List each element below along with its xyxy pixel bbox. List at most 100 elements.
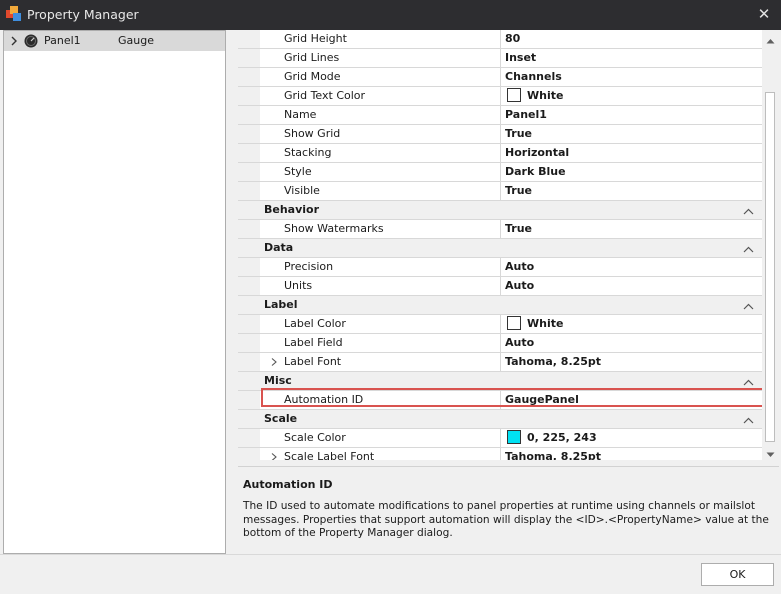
property-value[interactable]: Panel1 (505, 108, 547, 121)
chevron-right-icon[interactable] (9, 35, 19, 47)
property-value[interactable]: Channels (505, 70, 562, 83)
description-text: The ID used to automate modifications to… (243, 500, 769, 539)
app-icon (6, 6, 22, 22)
property-row-name[interactable]: Name Panel1 (238, 106, 762, 125)
property-row-style[interactable]: Style Dark Blue (238, 163, 762, 182)
column-divider (500, 258, 501, 276)
property-row-precision[interactable]: Precision Auto (238, 258, 762, 277)
property-row-grid-text-color[interactable]: Grid Text Color White (238, 87, 762, 106)
color-swatch[interactable] (507, 316, 521, 330)
property-row-show-watermarks[interactable]: Show Watermarks True (238, 220, 762, 239)
color-swatch[interactable] (507, 430, 521, 444)
column-divider (500, 30, 501, 48)
property-name: Grid Lines (284, 51, 340, 64)
property-value[interactable]: White (527, 317, 563, 330)
property-value[interactable]: Tahoma, 8.25pt (505, 450, 601, 460)
row-gutter (238, 125, 260, 143)
property-value[interactable]: Auto (505, 336, 534, 349)
property-value[interactable]: 80 (505, 32, 520, 45)
chevron-up-icon[interactable] (743, 377, 754, 386)
description-title: Automation ID (243, 478, 333, 491)
selection-highlight (261, 388, 764, 407)
category-data[interactable]: Data (238, 239, 762, 258)
column-divider (500, 182, 501, 200)
property-value[interactable]: True (505, 184, 532, 197)
row-gutter (238, 258, 260, 276)
row-gutter (238, 182, 260, 200)
property-row-show-grid[interactable]: Show Grid True (238, 125, 762, 144)
property-value[interactable]: Inset (505, 51, 536, 64)
row-gutter (238, 315, 260, 333)
property-value[interactable]: Horizontal (505, 146, 569, 159)
row-gutter (238, 448, 260, 460)
property-value[interactable]: White (527, 89, 563, 102)
property-value[interactable]: Tahoma, 8.25pt (505, 355, 601, 368)
property-manager-window: Property Manager ✕ Panel1 Gauge Grid Hei… (0, 0, 781, 594)
property-name: Name (284, 108, 317, 121)
property-row-stacking[interactable]: Stacking Horizontal (238, 144, 762, 163)
row-gutter (238, 49, 260, 67)
property-row-label-font[interactable]: Label Font Tahoma, 8.25pt (238, 353, 762, 372)
property-grid: Grid Height 80 Grid Lines Inset Grid Mod… (238, 30, 779, 460)
title-bar: Property Manager ✕ (0, 0, 781, 30)
property-value[interactable]: Auto (505, 279, 534, 292)
row-gutter (238, 163, 260, 181)
property-name: Visible (284, 184, 320, 197)
row-gutter (238, 391, 260, 409)
category-scale[interactable]: Scale (238, 410, 762, 429)
chevron-up-icon[interactable] (743, 206, 754, 215)
property-name: Style (284, 165, 312, 178)
property-row-label-field[interactable]: Label Field Auto (238, 334, 762, 353)
property-value[interactable]: 0, 225, 243 (527, 431, 597, 444)
property-row-visible[interactable]: Visible True (238, 182, 762, 201)
close-icon[interactable]: ✕ (753, 3, 775, 25)
row-gutter (238, 429, 260, 447)
property-value[interactable]: Auto (505, 260, 534, 273)
property-name: Stacking (284, 146, 332, 159)
property-row-grid-mode[interactable]: Grid Mode Channels (238, 68, 762, 87)
property-value[interactable]: Dark Blue (505, 165, 566, 178)
property-value[interactable]: True (505, 127, 532, 140)
chevron-up-icon[interactable] (743, 415, 754, 424)
chevron-right-icon[interactable] (270, 357, 278, 367)
column-divider (500, 429, 501, 447)
property-name: Label Font (284, 355, 342, 368)
row-gutter (238, 144, 260, 162)
vertical-scrollbar[interactable] (762, 30, 779, 460)
category-title: Data (264, 241, 294, 254)
scroll-up-icon[interactable] (766, 34, 775, 44)
dialog-footer: OK (0, 554, 781, 594)
category-behavior[interactable]: Behavior (238, 201, 762, 220)
property-name: Show Grid (284, 127, 341, 140)
color-swatch[interactable] (507, 88, 521, 102)
scroll-down-icon[interactable] (766, 448, 775, 457)
column-divider (500, 353, 501, 371)
property-name: Precision (284, 260, 334, 273)
category-title: Scale (264, 412, 298, 425)
tree-item-panel1[interactable]: Panel1 Gauge (4, 31, 225, 51)
column-divider (500, 334, 501, 352)
ok-button[interactable]: OK (701, 563, 774, 586)
column-divider (500, 125, 501, 143)
scrollbar-thumb[interactable] (765, 92, 775, 442)
property-name: Grid Text Color (284, 89, 366, 102)
property-row-units[interactable]: Units Auto (238, 277, 762, 296)
category-label[interactable]: Label (238, 296, 762, 315)
row-gutter (238, 353, 260, 371)
chevron-right-icon[interactable] (270, 452, 278, 460)
property-row-label-color[interactable]: Label Color White (238, 315, 762, 334)
property-name: Label Field (284, 336, 343, 349)
property-row-scale-label-font[interactable]: Scale Label Font Tahoma, 8.25pt (238, 448, 762, 460)
window-title: Property Manager (27, 7, 139, 22)
chevron-up-icon[interactable] (743, 301, 754, 310)
property-name: Grid Height (284, 32, 347, 45)
chevron-up-icon[interactable] (743, 244, 754, 253)
row-gutter (238, 277, 260, 295)
row-gutter (238, 334, 260, 352)
property-row-grid-lines[interactable]: Grid Lines Inset (238, 49, 762, 68)
property-row-grid-height[interactable]: Grid Height 80 (238, 30, 762, 49)
property-value[interactable]: True (505, 222, 532, 235)
row-gutter (238, 220, 260, 238)
panel-tree: Panel1 Gauge (3, 30, 226, 554)
property-row-scale-color[interactable]: Scale Color 0, 225, 243 (238, 429, 762, 448)
